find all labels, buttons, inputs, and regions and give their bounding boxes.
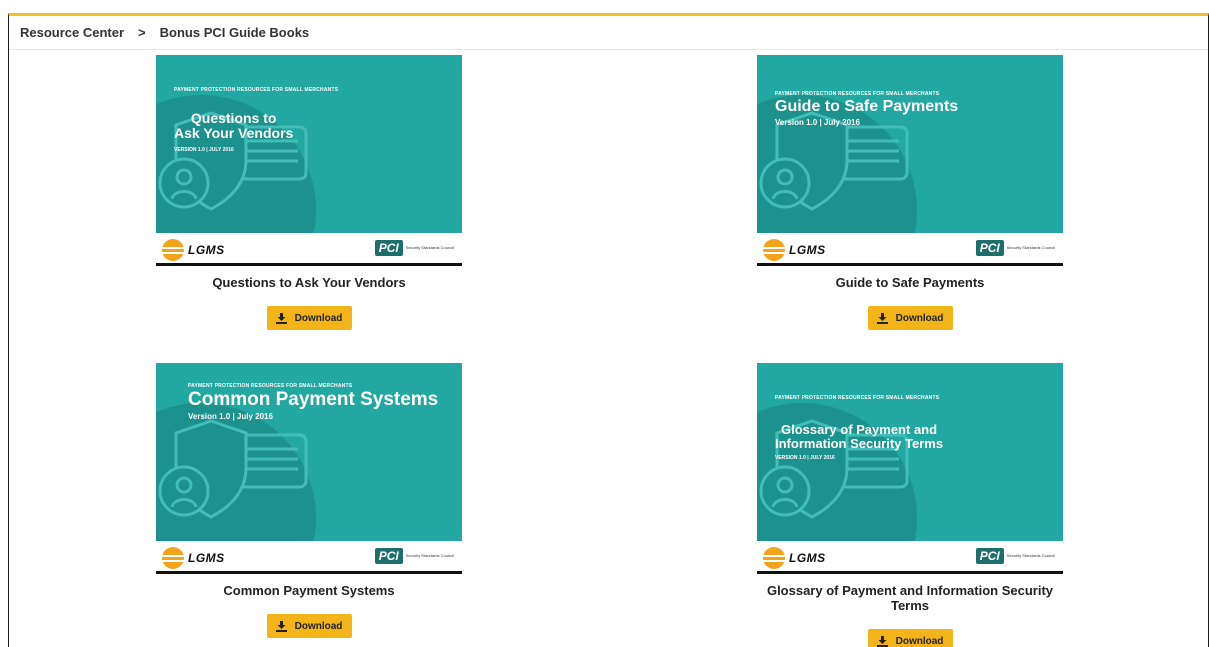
- download-button-label: Download: [895, 635, 944, 647]
- breadcrumb-resource-center-link[interactable]: Resource Center: [20, 25, 124, 40]
- download-icon: [876, 312, 888, 324]
- cover-title: Guide to Safe Payments: [775, 98, 959, 115]
- cover-version: VERSION 1.0 | JULY 2016: [174, 147, 234, 153]
- pci-logo: PCI Security Standards Council: [374, 548, 454, 564]
- breadcrumb: Resource Center > Bonus PCI Guide Books: [9, 16, 1208, 50]
- lgms-logo: LGMS: [763, 239, 826, 261]
- guide-card: PAYMENT PROTECTION RESOURCES FOR SMALL M…: [156, 55, 462, 330]
- download-icon: [275, 312, 287, 324]
- cover-version: Version 1.0 | July 2016: [188, 412, 273, 421]
- download-button[interactable]: Download: [867, 629, 953, 647]
- download-button[interactable]: Download: [266, 614, 352, 638]
- card-title: Questions to Ask Your Vendors: [212, 275, 406, 290]
- cover-version: VERSION 1.0 | JULY 2016: [775, 455, 835, 461]
- cover-title: Common Payment Systems: [188, 389, 439, 410]
- download-button[interactable]: Download: [867, 306, 953, 330]
- cover-title: Questions to Ask Your Vendors: [174, 110, 294, 141]
- card-title: Common Payment Systems: [223, 583, 395, 598]
- download-button-label: Download: [895, 312, 944, 324]
- lgms-logo: LGMS: [162, 547, 225, 569]
- guide-card: PAYMENT PROTECTION RESOURCES FOR SMALL M…: [757, 363, 1063, 647]
- lgms-logo: LGMS: [763, 547, 826, 569]
- book-cover-image[interactable]: PAYMENT PROTECTION RESOURCES FOR SMALL M…: [757, 363, 1063, 574]
- book-cover-image[interactable]: PAYMENT PROTECTION RESOURCES FOR SMALL M…: [156, 55, 462, 266]
- cover-title: Glossary of Payment and Information Secu…: [775, 422, 944, 451]
- cover-eyebrow: PAYMENT PROTECTION RESOURCES FOR SMALL M…: [174, 87, 339, 93]
- pci-logo: PCI Security Standards Council: [374, 240, 454, 256]
- download-button-label: Download: [294, 312, 343, 324]
- guide-card: PAYMENT PROTECTION RESOURCES FOR SMALL M…: [757, 55, 1063, 330]
- download-icon: [876, 635, 888, 647]
- breadcrumb-separator: >: [138, 25, 146, 40]
- guide-card: PAYMENT PROTECTION RESOURCES FOR SMALL M…: [156, 363, 462, 638]
- breadcrumb-current: Bonus PCI Guide Books: [159, 25, 310, 40]
- download-button-label: Download: [294, 620, 343, 632]
- shield-user-icon: [158, 419, 308, 519]
- download-icon: [275, 620, 287, 632]
- lgms-logo: LGMS: [162, 239, 225, 261]
- card-title: Glossary of Payment and Information Secu…: [766, 583, 1054, 613]
- download-button[interactable]: Download: [266, 306, 352, 330]
- card-title: Guide to Safe Payments: [835, 275, 985, 290]
- pci-logo: PCI Security Standards Council: [975, 240, 1055, 256]
- cover-version: Version 1.0 | July 2016: [775, 118, 860, 127]
- book-cover-image[interactable]: PAYMENT PROTECTION RESOURCES FOR SMALL M…: [757, 55, 1063, 266]
- cover-eyebrow: PAYMENT PROTECTION RESOURCES FOR SMALL M…: [775, 395, 940, 401]
- book-cover-image[interactable]: PAYMENT PROTECTION RESOURCES FOR SMALL M…: [156, 363, 462, 574]
- cover-eyebrow: PAYMENT PROTECTION RESOURCES FOR SMALL M…: [775, 91, 940, 97]
- pci-logo: PCI Security Standards Council: [975, 548, 1055, 564]
